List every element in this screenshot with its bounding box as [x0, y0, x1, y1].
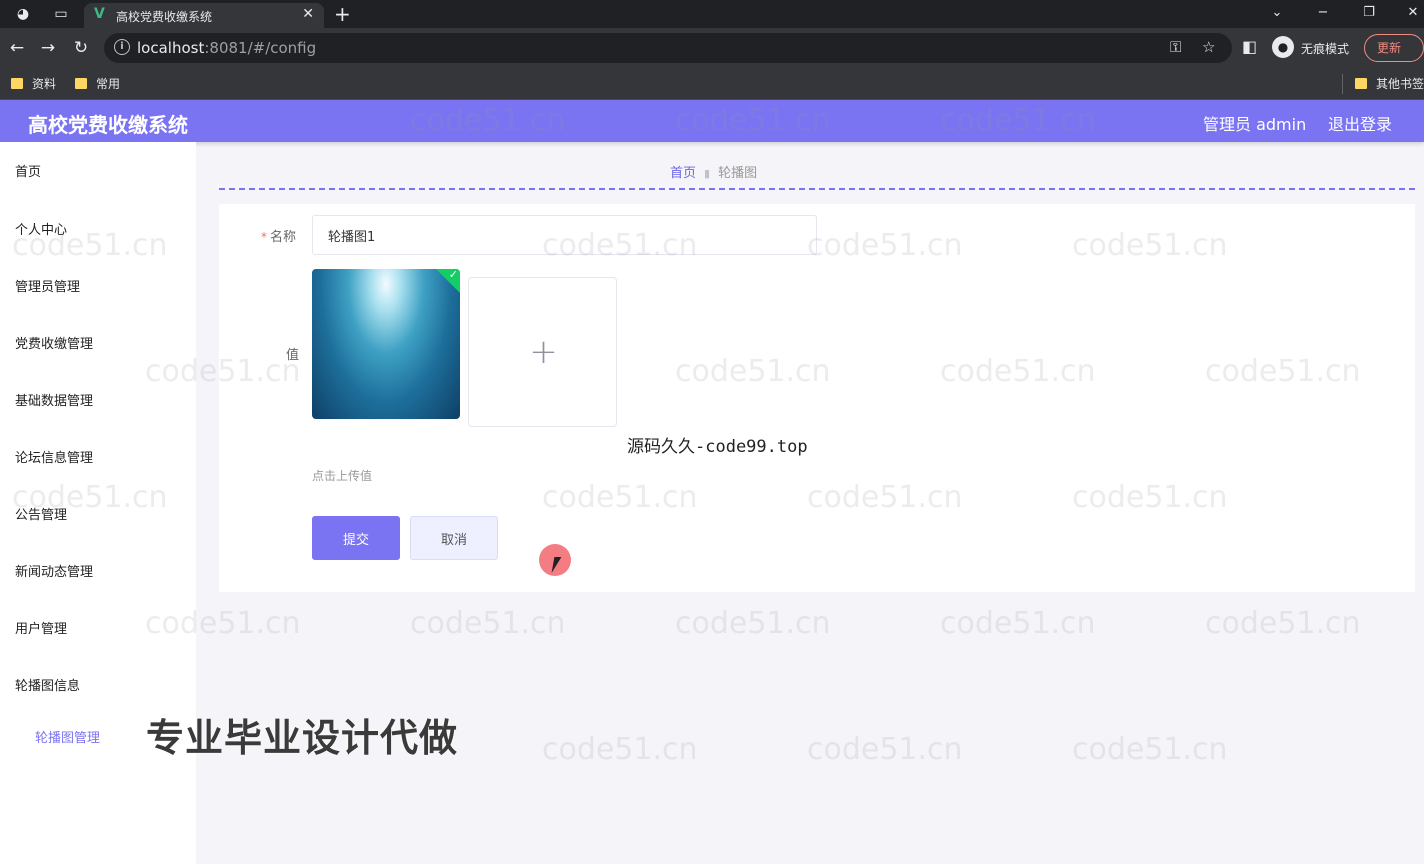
folder-icon	[1355, 78, 1367, 89]
breadcrumb-divider	[219, 188, 1415, 190]
name-label: * 名称	[261, 230, 297, 245]
forward-icon[interactable]: →	[37, 37, 59, 59]
sidebar-item-news[interactable]: 新闻动态管理	[15, 561, 93, 580]
folder-icon	[75, 78, 87, 89]
sidebar-item-users[interactable]: 用户管理	[15, 618, 67, 637]
plus-icon: +	[529, 332, 558, 372]
new-tab-icon[interactable]: +	[334, 2, 351, 26]
restore-icon[interactable]: ❐	[1354, 2, 1384, 24]
promo-overlay-text: 专业毕业设计代做	[146, 716, 459, 760]
source-watermark: 源码久久-code99.top	[627, 437, 808, 457]
sidebar-item-carousel[interactable]: 轮播图信息	[15, 675, 80, 694]
vue-favicon-icon: V	[94, 6, 105, 22]
browser-tab[interactable]: V 高校党费收缴系统 ✕	[84, 3, 324, 28]
breadcrumb-separator-icon: ▮	[704, 167, 711, 180]
tab-list-icon[interactable]: ⌄	[1262, 2, 1292, 24]
cancel-button[interactable]: 取消	[410, 516, 498, 560]
sidebar-item-home[interactable]: 首页	[15, 161, 41, 180]
update-button[interactable]: 更新⋮	[1364, 34, 1424, 81]
sidebar-item-notices[interactable]: 公告管理	[15, 504, 67, 523]
incognito-label: 无痕模式	[1301, 42, 1350, 56]
url-text: localhost:8081/#/config	[137, 39, 317, 57]
tab-close-icon[interactable]: ✕	[302, 6, 314, 22]
other-bookmarks[interactable]: 其他书签	[1355, 75, 1424, 92]
reload-icon[interactable]: ↻	[70, 37, 92, 59]
repeat-watermark: code51.cn	[1072, 732, 1228, 767]
breadcrumb-home[interactable]: 首页	[670, 166, 696, 181]
sidebar-item-profile[interactable]: 个人中心	[15, 219, 67, 238]
side-panel-icon[interactable]: ◧	[1242, 37, 1257, 56]
repeat-watermark: code51.cn	[675, 606, 831, 641]
breadcrumb: 首页 ▮ 轮播图	[670, 162, 757, 181]
sidebar-item-admins[interactable]: 管理员管理	[15, 276, 80, 295]
browser-address-bar: ← → ↻ i localhost:8081/#/config ⚿ ☆ ◧ ● …	[0, 28, 1424, 81]
key-icon[interactable]: ⚿	[1170, 38, 1181, 56]
app-header: 高校党费收缴系统 管理员 admin 退出登录	[0, 100, 1424, 142]
sidebar-item-dues[interactable]: 党费收缴管理	[15, 333, 93, 352]
browser-tab-bar: ◕ ▭ V 高校党费收缴系统 ✕ + ⌄ − ❐ ✕	[0, 0, 1424, 28]
repeat-watermark: code51.cn	[542, 732, 698, 767]
site-info-icon[interactable]: i	[114, 39, 130, 55]
name-input[interactable]	[312, 215, 817, 255]
repeat-watermark: code51.cn	[807, 732, 963, 767]
admin-label: 管理员 admin	[1203, 115, 1307, 134]
repeat-watermark: code51.cn	[940, 606, 1096, 641]
bookmark-folder-1[interactable]: 资料	[11, 75, 56, 92]
window-close-icon[interactable]: ✕	[1398, 2, 1424, 24]
bookmark-separator	[1342, 74, 1343, 94]
tab-title: 高校党费收缴系统	[116, 10, 213, 24]
url-input[interactable]: i localhost:8081/#/config ⚿ ☆	[104, 33, 1232, 63]
browser-menu-icon[interactable]: ◕	[12, 4, 34, 24]
tab-search-icon[interactable]: ▭	[50, 4, 72, 24]
check-icon: ✓	[448, 269, 458, 281]
repeat-watermark: code51.cn	[410, 606, 566, 641]
required-mark: *	[261, 230, 267, 244]
uploaded-image-thumbnail[interactable]: ✓	[312, 269, 460, 419]
app-title: 高校党费收缴系统	[28, 113, 188, 137]
bookmark-star-icon[interactable]: ☆	[1202, 38, 1215, 56]
logout-link[interactable]: 退出登录	[1328, 111, 1392, 135]
bookmarks-bar: 资料 常用 其他书签	[0, 68, 1424, 100]
value-label: 值	[286, 348, 300, 363]
breadcrumb-current: 轮播图	[718, 166, 758, 181]
minimize-icon[interactable]: −	[1308, 2, 1338, 24]
upload-trigger[interactable]: +	[468, 277, 617, 427]
incognito-avatar-icon[interactable]: ●	[1272, 36, 1294, 58]
bookmark-folder-2[interactable]: 常用	[75, 75, 120, 92]
submit-button[interactable]: 提交	[312, 516, 400, 560]
upload-tip: 点击上传值	[312, 469, 373, 483]
sidebar-item-basic-data[interactable]: 基础数据管理	[15, 390, 93, 409]
repeat-watermark: code51.cn	[1205, 606, 1361, 641]
back-icon[interactable]: ←	[6, 37, 28, 59]
folder-icon	[11, 78, 23, 89]
sidebar-item-forum[interactable]: 论坛信息管理	[15, 447, 93, 466]
submenu-item-carousel-manage[interactable]: 轮播图管理	[35, 727, 100, 746]
